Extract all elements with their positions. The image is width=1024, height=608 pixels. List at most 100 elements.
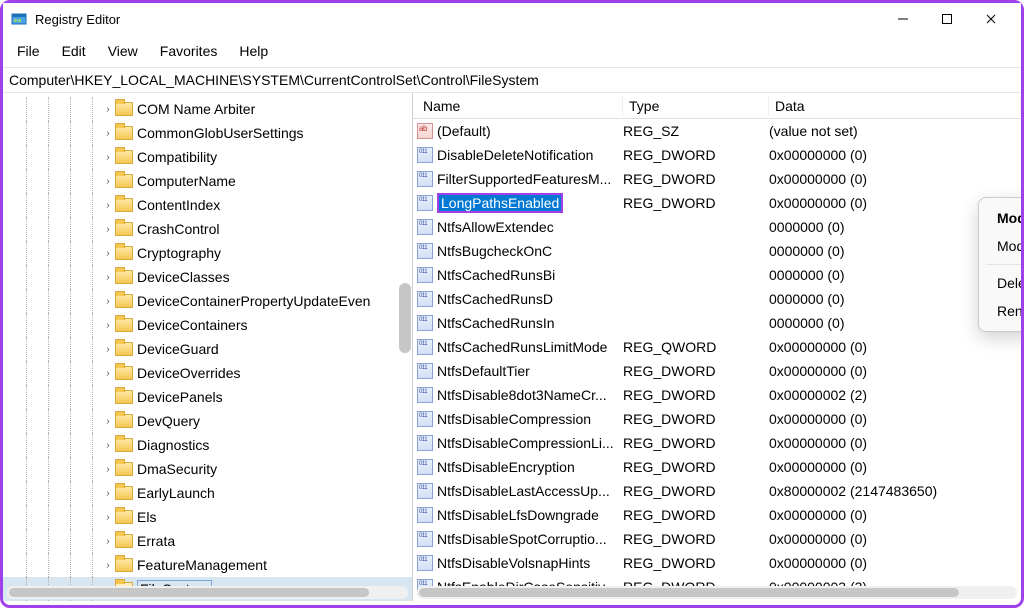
tree-item[interactable]: DevicePanels: [3, 385, 412, 409]
chevron-right-icon[interactable]: ›: [101, 294, 115, 308]
tree-item[interactable]: ›DeviceOverrides: [3, 361, 412, 385]
chevron-right-icon[interactable]: ›: [101, 558, 115, 572]
value-data: 0x00000000 (0): [769, 555, 1021, 571]
chevron-right-icon[interactable]: ›: [101, 102, 115, 116]
tree-item[interactable]: ›Errata: [3, 529, 412, 553]
chevron-right-icon[interactable]: ›: [101, 198, 115, 212]
chevron-right-icon[interactable]: ›: [101, 366, 115, 380]
close-button[interactable]: [969, 5, 1013, 33]
value-row[interactable]: NtfsBugcheckOnC0000000 (0): [413, 239, 1021, 263]
chevron-right-icon[interactable]: ›: [101, 318, 115, 332]
folder-icon: [115, 486, 133, 500]
column-name[interactable]: Name: [417, 96, 623, 116]
tree-item[interactable]: ›Cryptography: [3, 241, 412, 265]
tree-item[interactable]: ›Compatibility: [3, 145, 412, 169]
tree-item[interactable]: › COM Name Arbiter: [3, 97, 412, 121]
value-row[interactable]: NtfsCachedRunsD0000000 (0): [413, 287, 1021, 311]
tree-item[interactable]: › DeviceContainers: [3, 313, 412, 337]
tree-item[interactable]: ›EarlyLaunch: [3, 481, 412, 505]
value-row[interactable]: NtfsDisableLastAccessUp...REG_DWORD0x800…: [413, 479, 1021, 503]
dword-value-icon: [417, 459, 433, 475]
value-type: REG_DWORD: [623, 555, 769, 571]
chevron-right-icon[interactable]: ›: [101, 486, 115, 500]
tree-item[interactable]: ›CrashControl: [3, 217, 412, 241]
folder-icon: [115, 366, 133, 380]
chevron-right-icon[interactable]: ›: [101, 222, 115, 236]
chevron-right-icon[interactable]: ›: [101, 342, 115, 356]
chevron-right-icon[interactable]: ›: [101, 246, 115, 260]
context-menu-modify[interactable]: Modify...: [979, 204, 1021, 232]
chevron-right-icon[interactable]: ›: [101, 462, 115, 476]
tree-vertical-scrollbar[interactable]: [397, 93, 413, 601]
dword-value-icon: [417, 219, 433, 235]
chevron-right-icon[interactable]: ›: [101, 438, 115, 452]
value-type: REG_SZ: [623, 123, 769, 139]
value-row[interactable]: DisableDeleteNotificationREG_DWORD0x0000…: [413, 143, 1021, 167]
value-row[interactable]: NtfsDisableVolsnapHintsREG_DWORD0x000000…: [413, 551, 1021, 575]
menu-edit[interactable]: Edit: [52, 39, 96, 63]
context-menu-modify-binary[interactable]: Modify Binary Data...: [979, 232, 1021, 260]
minimize-button[interactable]: [881, 5, 925, 33]
dword-value-icon: [417, 435, 433, 451]
address-bar[interactable]: Computer\HKEY_LOCAL_MACHINE\SYSTEM\Curre…: [3, 68, 1021, 93]
tree-item[interactable]: ›ContentIndex: [3, 193, 412, 217]
tree-item[interactable]: ›FeatureManagement: [3, 553, 412, 577]
value-row[interactable]: NtfsCachedRunsLimitModeREG_QWORD0x000000…: [413, 335, 1021, 359]
maximize-button[interactable]: [925, 5, 969, 33]
tree-item[interactable]: ›Els: [3, 505, 412, 529]
tree-horizontal-scrollbar[interactable]: [7, 586, 408, 599]
tree-item-label: DeviceClasses: [137, 269, 230, 285]
value-row[interactable]: NtfsAllowExtendec0000000 (0): [413, 215, 1021, 239]
tree-item[interactable]: ›DeviceGuard: [3, 337, 412, 361]
value-name: (Default): [437, 123, 491, 139]
menu-view[interactable]: View: [98, 39, 148, 63]
menu-favorites[interactable]: Favorites: [150, 39, 228, 63]
context-menu-rename[interactable]: Rename: [979, 297, 1021, 325]
value-row[interactable]: LongPathsEnabledREG_DWORD0x00000000 (0): [413, 191, 1021, 215]
tree-item[interactable]: ›DmaSecurity: [3, 457, 412, 481]
dword-value-icon: [417, 363, 433, 379]
chevron-right-icon[interactable]: ›: [101, 270, 115, 284]
value-row[interactable]: NtfsDisableLfsDowngradeREG_DWORD0x000000…: [413, 503, 1021, 527]
value-row[interactable]: FilterSupportedFeaturesM...REG_DWORD0x00…: [413, 167, 1021, 191]
app-icon: [11, 11, 27, 27]
value-row[interactable]: NtfsDisableCompressionREG_DWORD0x0000000…: [413, 407, 1021, 431]
value-row[interactable]: NtfsCachedRunsIn0000000 (0): [413, 311, 1021, 335]
value-name: NtfsDisableCompression: [437, 411, 591, 427]
value-row[interactable]: NtfsDefaultTierREG_DWORD0x00000000 (0): [413, 359, 1021, 383]
folder-icon: [115, 318, 133, 332]
chevron-right-icon[interactable]: ›: [101, 150, 115, 164]
tree-item-label: DeviceContainers: [137, 317, 248, 333]
tree-item[interactable]: ›DeviceContainerPropertyUpdateEven: [3, 289, 412, 313]
column-type[interactable]: Type: [623, 96, 769, 116]
tree-item-label: COM Name Arbiter: [137, 101, 255, 117]
list-horizontal-scrollbar[interactable]: [417, 586, 1017, 599]
tree-item[interactable]: ›DevQuery: [3, 409, 412, 433]
context-menu-delete[interactable]: Delete: [979, 269, 1021, 297]
value-type: REG_DWORD: [623, 483, 769, 499]
value-row[interactable]: NtfsCachedRunsBi0000000 (0): [413, 263, 1021, 287]
column-data[interactable]: Data: [769, 96, 1021, 116]
chevron-right-icon[interactable]: ›: [101, 174, 115, 188]
value-data: 0x00000000 (0): [769, 363, 1021, 379]
chevron-right-icon[interactable]: ›: [101, 510, 115, 524]
menu-file[interactable]: File: [7, 39, 50, 63]
menu-help[interactable]: Help: [229, 39, 278, 63]
value-data: 0x00000000 (0): [769, 171, 1021, 187]
tree-item[interactable]: ›CommonGlobUserSettings: [3, 121, 412, 145]
value-name: NtfsCachedRunsBi: [437, 267, 555, 283]
dword-value-icon: [417, 483, 433, 499]
value-row[interactable]: NtfsDisableCompressionLi...REG_DWORD0x00…: [413, 431, 1021, 455]
tree-item[interactable]: › DeviceClasses: [3, 265, 412, 289]
chevron-right-icon[interactable]: ›: [101, 534, 115, 548]
tree-item[interactable]: ›Diagnostics: [3, 433, 412, 457]
value-row[interactable]: NtfsDisableEncryptionREG_DWORD0x00000000…: [413, 455, 1021, 479]
tree-item[interactable]: ›ComputerName: [3, 169, 412, 193]
chevron-right-icon[interactable]: ›: [101, 126, 115, 140]
dword-value-icon: [417, 147, 433, 163]
chevron-right-icon[interactable]: ›: [101, 414, 115, 428]
value-row[interactable]: (Default)REG_SZ(value not set): [413, 119, 1021, 143]
value-row[interactable]: NtfsDisable8dot3NameCr...REG_DWORD0x0000…: [413, 383, 1021, 407]
value-row[interactable]: NtfsDisableSpotCorruptio...REG_DWORD0x00…: [413, 527, 1021, 551]
folder-icon: [115, 150, 133, 164]
